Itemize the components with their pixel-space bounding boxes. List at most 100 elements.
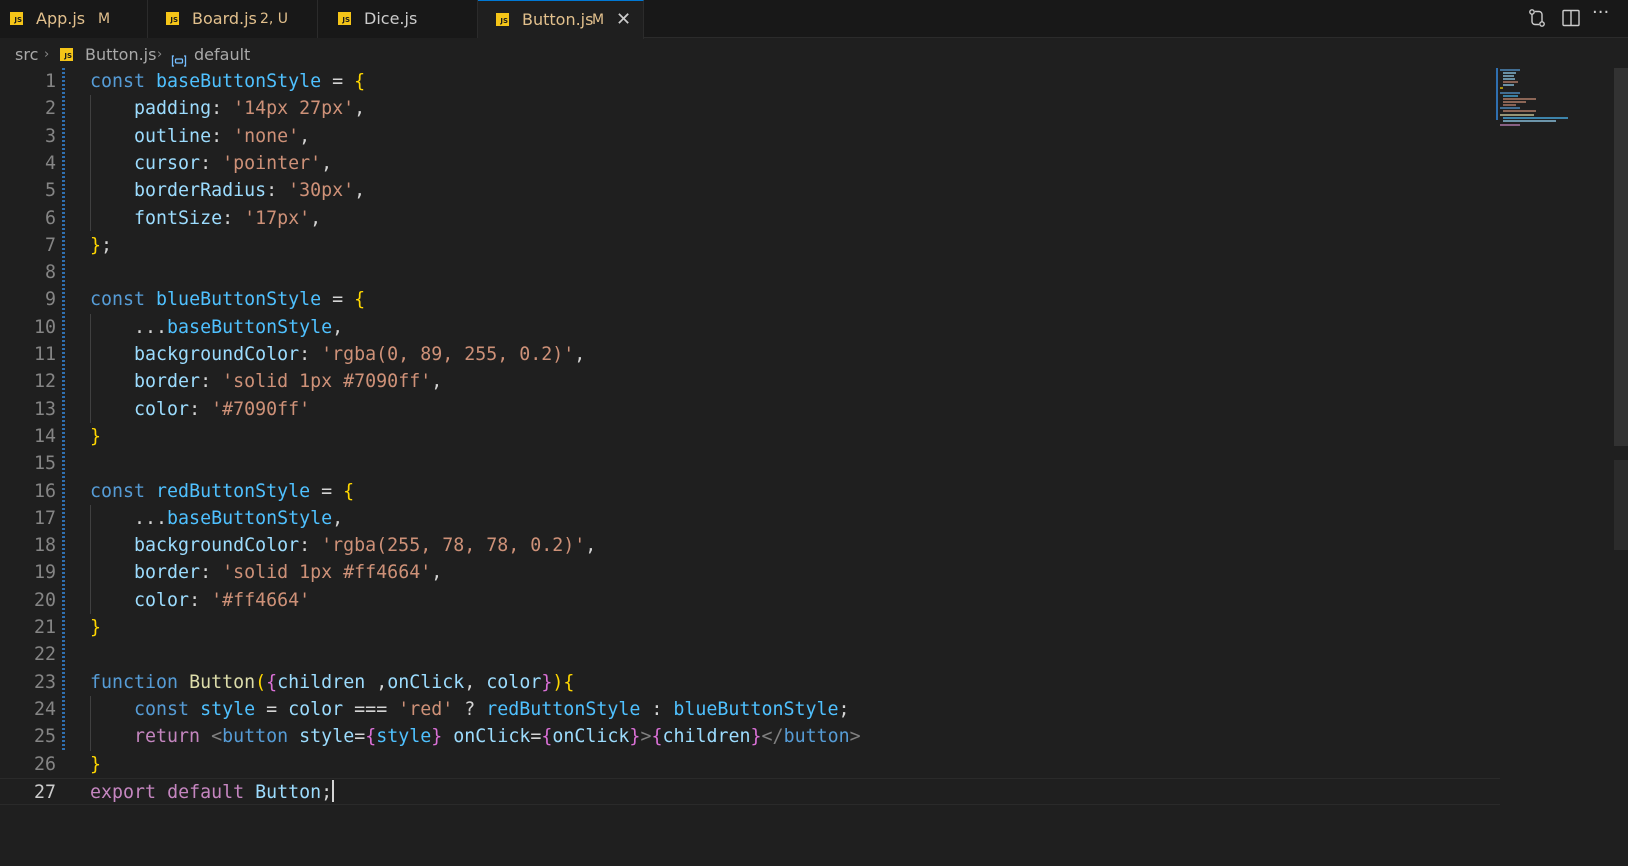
- code-line: 16 const redButtonStyle = {: [0, 478, 1500, 505]
- line-number: 11: [33, 344, 56, 365]
- line-number: 20: [33, 589, 56, 611]
- more-actions-icon[interactable]: ···: [1592, 2, 1614, 24]
- code-text: border: 'solid 1px #ff4664',: [134, 562, 443, 584]
- line-number: 24: [33, 698, 56, 720]
- code-text: border: 'solid 1px #7090ff',: [134, 371, 443, 393]
- code-text: };: [90, 234, 113, 256]
- line-number: 16: [33, 480, 56, 502]
- code-text: color: '#7090ff': [134, 398, 311, 420]
- chevron-right-icon: ›: [157, 47, 163, 62]
- close-tab-icon[interactable]: ✕: [616, 1, 631, 39]
- tab-app-js[interactable]: JS App.js M: [0, 0, 148, 38]
- scrollbar-track-marker: [1614, 460, 1628, 550]
- code-line: 6 fontSize: '17px',: [0, 205, 1500, 232]
- javascript-file-icon: JS: [10, 12, 23, 25]
- line-number: 19: [33, 562, 56, 584]
- code-line: 19 border: 'solid 1px #ff4664',: [0, 559, 1500, 586]
- code-text: const baseButtonStyle = {: [90, 71, 366, 92]
- editor-tab-bar: JS App.js M JS Board.js 2, U JS Dice.js …: [0, 0, 1628, 39]
- git-status-badge: M: [592, 12, 605, 28]
- line-number: 17: [33, 507, 56, 529]
- split-editor-icon[interactable]: [1560, 7, 1582, 29]
- code-text: backgroundColor: 'rgba(255, 78, 78, 0.2)…: [134, 535, 597, 557]
- code-line: 5 borderRadius: '30px',: [0, 177, 1500, 204]
- code-line: 14 }: [0, 423, 1500, 450]
- line-number: 10: [33, 316, 56, 338]
- tab-button-js[interactable]: JS Button.js M ✕: [478, 0, 644, 39]
- symbol-variable-icon: [171, 47, 187, 67]
- code-line: 9 const blueButtonStyle = {: [0, 286, 1500, 313]
- code-text: ...baseButtonStyle,: [90, 507, 344, 529]
- javascript-file-icon: JS: [338, 12, 351, 25]
- code-line: 10 ...baseButtonStyle,: [0, 314, 1500, 341]
- line-number: 1: [44, 71, 56, 92]
- line-number: 27: [33, 781, 56, 803]
- code-text: const style = color === 'red' ? redButto…: [134, 698, 850, 720]
- line-number: 2: [44, 98, 56, 120]
- source-control-compare-icon[interactable]: [1526, 7, 1548, 29]
- code-line: 4 cursor: 'pointer',: [0, 150, 1500, 177]
- code-text: }: [90, 617, 102, 638]
- tab-label: Dice.js: [364, 9, 418, 28]
- breadcrumb-symbol[interactable]: default: [194, 38, 250, 72]
- code-line: 7 };: [0, 232, 1500, 259]
- code-line: 23 function Button({children ,onClick, c…: [0, 669, 1500, 696]
- javascript-file-icon: JS: [496, 13, 509, 26]
- code-line: 25 return <button style={style} onClick=…: [0, 723, 1500, 750]
- code-line: 1 const baseButtonStyle = {: [0, 68, 1500, 95]
- line-number: 21: [33, 617, 56, 638]
- code-text: }: [90, 425, 102, 447]
- code-text: fontSize: '17px',: [134, 207, 322, 229]
- code-line: 15: [0, 450, 1500, 477]
- line-number: 26: [33, 753, 56, 775]
- line-number: 9: [44, 289, 56, 311]
- code-text: return <button style={style} onClick={on…: [134, 726, 861, 748]
- line-number: 4: [44, 152, 56, 174]
- tab-label: Board.js: [192, 9, 257, 28]
- line-number: 3: [44, 125, 56, 147]
- code-line: 26 }: [0, 751, 1500, 778]
- code-line: 22: [0, 641, 1500, 668]
- code-line: 24 const style = color === 'red' ? redBu…: [0, 696, 1500, 723]
- code-text: }: [90, 753, 102, 775]
- line-number: 25: [33, 726, 56, 748]
- javascript-file-icon: JS: [60, 48, 73, 61]
- line-number: 5: [44, 180, 56, 202]
- code-text: outline: 'none',: [134, 125, 311, 147]
- code-line: 8: [0, 259, 1500, 286]
- breadcrumb-folder[interactable]: src: [15, 38, 38, 72]
- vertical-scrollbar-thumb[interactable]: [1614, 68, 1628, 446]
- text-cursor: [332, 779, 335, 802]
- git-status-badge: M: [98, 11, 111, 27]
- code-text: ...baseButtonStyle,: [90, 316, 344, 338]
- code-line-current: 27 export default Button;: [0, 777, 1500, 806]
- breadcrumb: src › JS Button.js › default: [0, 38, 1628, 72]
- code-line: 13 color: '#7090ff': [0, 396, 1500, 423]
- minimap[interactable]: [1496, 68, 1576, 128]
- git-status-badge: 2, U: [260, 11, 289, 27]
- line-number: 12: [33, 371, 56, 393]
- code-line: 18 backgroundColor: 'rgba(255, 78, 78, 0…: [0, 532, 1500, 559]
- chevron-right-icon: ›: [44, 47, 50, 62]
- code-text: export default Button;: [90, 779, 335, 803]
- code-line: 12 border: 'solid 1px #7090ff',: [0, 368, 1500, 395]
- line-number: 8: [44, 262, 56, 284]
- line-number: 15: [33, 453, 56, 475]
- line-number: 23: [33, 671, 56, 693]
- code-text: const redButtonStyle = {: [90, 480, 355, 502]
- tab-dice-js[interactable]: JS Dice.js: [318, 0, 478, 38]
- tab-label: App.js: [36, 9, 86, 28]
- code-line: 17 ...baseButtonStyle,: [0, 505, 1500, 532]
- code-line: 20 color: '#ff4664': [0, 587, 1500, 614]
- line-number: 22: [33, 644, 56, 666]
- code-text: borderRadius: '30px',: [134, 180, 366, 202]
- line-number: 18: [33, 535, 56, 557]
- editor-actions: ···: [1520, 0, 1628, 38]
- breadcrumb-file[interactable]: Button.js: [85, 38, 156, 72]
- line-number: 14: [33, 425, 56, 447]
- code-editor[interactable]: 1 const baseButtonStyle = { 2 padding: '…: [0, 68, 1500, 866]
- tab-board-js[interactable]: JS Board.js 2, U: [148, 0, 318, 38]
- code-line: 21 }: [0, 614, 1500, 641]
- javascript-file-icon: JS: [166, 12, 179, 25]
- line-number: 13: [33, 398, 56, 420]
